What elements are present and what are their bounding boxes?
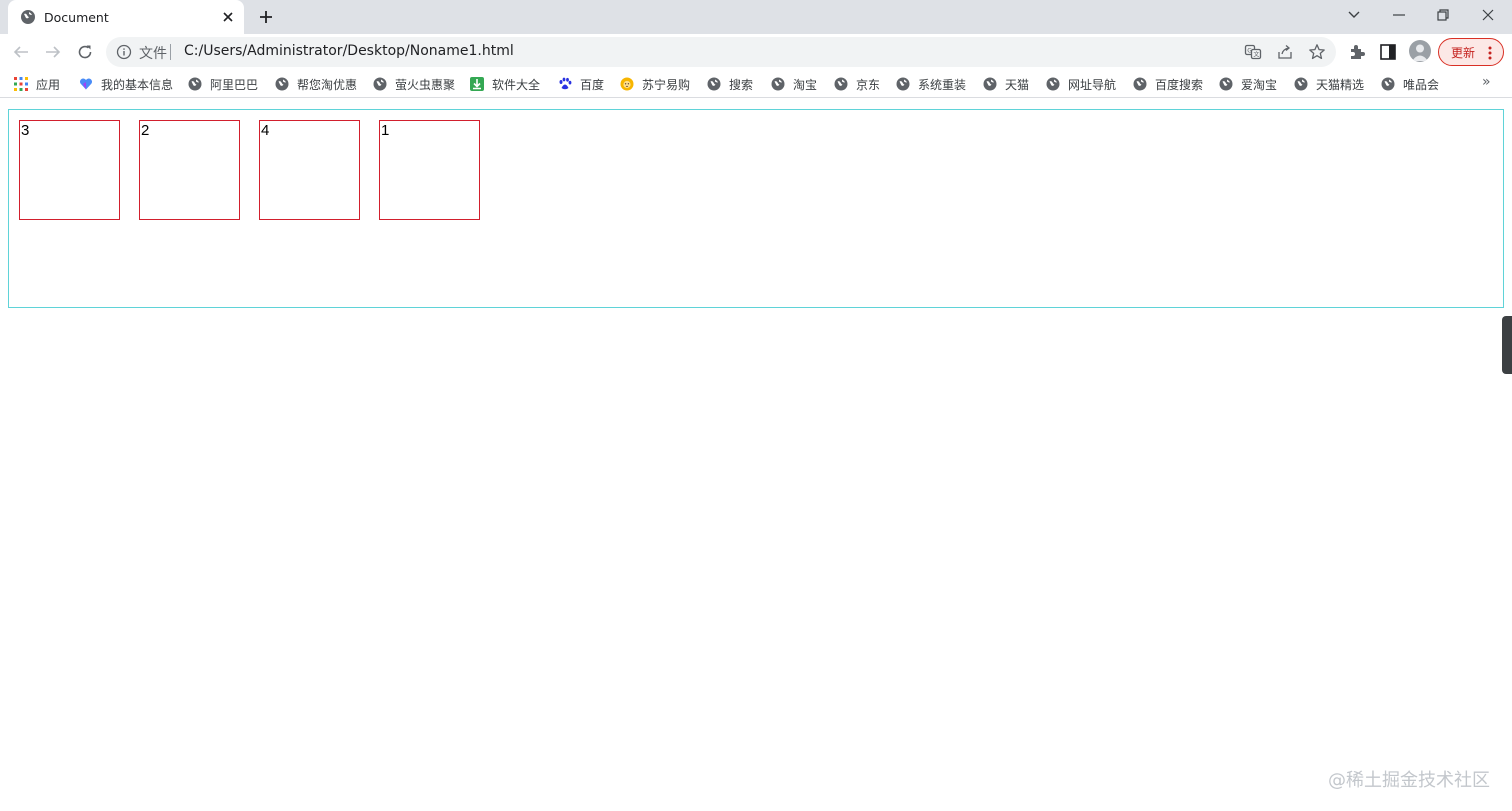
bookmark-item[interactable]: 苏宁易购 xyxy=(620,74,690,94)
update-button[interactable]: 更新 xyxy=(1438,38,1504,66)
heart-icon xyxy=(79,77,93,91)
item-box: 1 xyxy=(379,120,480,220)
bookmark-item[interactable]: 网址导航 xyxy=(1046,74,1116,94)
tab-search-chevron-down-icon[interactable] xyxy=(1332,0,1376,30)
bookmark-label: 阿里巴巴 xyxy=(210,77,259,92)
bookmark-label: 淘宝 xyxy=(793,77,818,92)
bookmark-item[interactable]: 淘宝 xyxy=(771,74,817,94)
divider xyxy=(170,44,171,60)
bookmark-label: 我的基本信息 xyxy=(101,77,174,92)
download-icon xyxy=(470,77,484,91)
globe-icon xyxy=(275,77,289,91)
svg-text:文: 文 xyxy=(1253,51,1259,59)
globe-icon xyxy=(1294,77,1308,91)
bookmark-item[interactable]: 唯品会 xyxy=(1381,74,1439,94)
bookmark-label: 萤火虫惠聚 xyxy=(395,77,456,92)
window-close-icon[interactable] xyxy=(1466,0,1510,30)
bookmark-item[interactable]: 京东 xyxy=(834,74,880,94)
bookmark-label: 苏宁易购 xyxy=(642,77,691,92)
globe-icon xyxy=(896,77,910,91)
globe-icon xyxy=(188,77,202,91)
item-box: 3 xyxy=(19,120,120,220)
bookmark-label: 百度搜索 xyxy=(1155,77,1204,92)
bookmark-item[interactable]: 萤火虫惠聚 xyxy=(373,74,455,94)
bookmark-label: 搜索 xyxy=(729,77,754,92)
globe-icon xyxy=(1381,77,1395,91)
url-text[interactable]: C:/Users/Administrator/Desktop/Noname1.h… xyxy=(184,43,514,59)
tab-document[interactable]: Document xyxy=(8,0,244,34)
address-bar[interactable]: 文件 C:/Users/Administrator/Desktop/Noname… xyxy=(106,37,1336,67)
side-scroll-handle[interactable] xyxy=(1502,316,1512,374)
globe-icon xyxy=(373,77,387,91)
bookmark-label: 天猫 xyxy=(1005,77,1030,92)
bookmark-item[interactable]: 百度 xyxy=(558,74,604,94)
bookmark-label: 网址导航 xyxy=(1068,77,1117,92)
bookmarks-overflow-chevron-icon[interactable]: » xyxy=(1482,74,1491,90)
bookmark-item[interactable]: 系统重装 xyxy=(896,74,966,94)
paw-icon xyxy=(558,77,572,91)
bookmark-label: 京东 xyxy=(856,77,881,92)
bookmark-item[interactable]: 应用 xyxy=(14,74,60,94)
person-icon xyxy=(1412,44,1428,61)
bookmark-item[interactable]: 天猫 xyxy=(983,74,1029,94)
translate-icon[interactable]: G 文 xyxy=(1244,43,1262,61)
globe-icon xyxy=(771,77,785,91)
globe-icon xyxy=(1046,77,1060,91)
bookmark-label: 系统重装 xyxy=(918,77,967,92)
bookmark-label: 软件大全 xyxy=(492,77,541,92)
bookmark-label: 爱淘宝 xyxy=(1241,77,1278,92)
flex-container: 3 2 4 1 xyxy=(8,109,1504,308)
item-label: 1 xyxy=(381,122,390,139)
globe-icon xyxy=(1133,77,1147,91)
item-box: 2 xyxy=(139,120,240,220)
svg-text:G: G xyxy=(1247,48,1252,55)
page-content: 3 2 4 1 xyxy=(0,99,1512,811)
forward-arrow-icon[interactable] xyxy=(41,41,65,63)
globe-icon xyxy=(21,10,35,24)
bookmark-label: 帮您淘优惠 xyxy=(297,77,358,92)
globe-icon xyxy=(1219,77,1233,91)
item-label: 2 xyxy=(141,122,150,139)
globe-icon xyxy=(834,77,848,91)
item-label: 3 xyxy=(21,122,30,139)
tab-strip: Document xyxy=(0,0,1512,34)
apps-grid-icon xyxy=(14,77,28,91)
bookmark-label: 天猫精选 xyxy=(1316,77,1365,92)
scheme-label: 文件 xyxy=(139,46,167,62)
bookmark-item[interactable]: 帮您淘优惠 xyxy=(275,74,357,94)
info-icon[interactable] xyxy=(116,44,132,60)
tab-title: Document xyxy=(44,10,109,25)
share-icon[interactable] xyxy=(1276,43,1294,61)
bookmark-label: 唯品会 xyxy=(1403,77,1440,92)
update-label: 更新 xyxy=(1451,46,1476,60)
bookmark-item[interactable]: 我的基本信息 xyxy=(79,74,173,94)
restore-icon[interactable] xyxy=(1421,0,1465,30)
close-tab-icon[interactable] xyxy=(220,9,236,25)
toolbar: 文件 C:/Users/Administrator/Desktop/Noname… xyxy=(0,34,1512,70)
bookmark-item[interactable]: 阿里巴巴 xyxy=(188,74,258,94)
bookmark-item[interactable]: 百度搜索 xyxy=(1133,74,1203,94)
new-tab-icon[interactable] xyxy=(256,7,276,27)
bookmark-item[interactable]: 爱淘宝 xyxy=(1219,74,1277,94)
globe-icon xyxy=(983,77,997,91)
bookmark-label: 百度 xyxy=(580,77,605,92)
bookmarks-bar: » 应用 我的基本信息 阿里巴巴 帮您淘优惠 萤火虫惠聚 软件大全 百度 苏宁易购 搜索 淘宝 京东… xyxy=(0,70,1512,98)
more-vertical-icon xyxy=(1488,46,1492,60)
side-panel-icon[interactable] xyxy=(1378,42,1398,62)
globe-icon xyxy=(707,77,721,91)
bookmark-label: 应用 xyxy=(36,77,61,92)
extensions-puzzle-icon[interactable] xyxy=(1347,42,1367,62)
item-label: 4 xyxy=(261,122,270,139)
bookmark-item[interactable]: 搜索 xyxy=(707,74,753,94)
star-icon[interactable] xyxy=(1308,43,1326,61)
back-arrow-icon[interactable] xyxy=(9,41,33,63)
item-box: 4 xyxy=(259,120,360,220)
lion-icon xyxy=(620,77,634,91)
reload-icon[interactable] xyxy=(73,41,97,63)
bookmark-item[interactable]: 软件大全 xyxy=(470,74,540,94)
watermark: @稀土掘金技术社区 xyxy=(1328,770,1490,791)
profile-avatar[interactable] xyxy=(1409,40,1431,62)
minimize-icon[interactable] xyxy=(1377,0,1421,30)
bookmark-item[interactable]: 天猫精选 xyxy=(1294,74,1364,94)
